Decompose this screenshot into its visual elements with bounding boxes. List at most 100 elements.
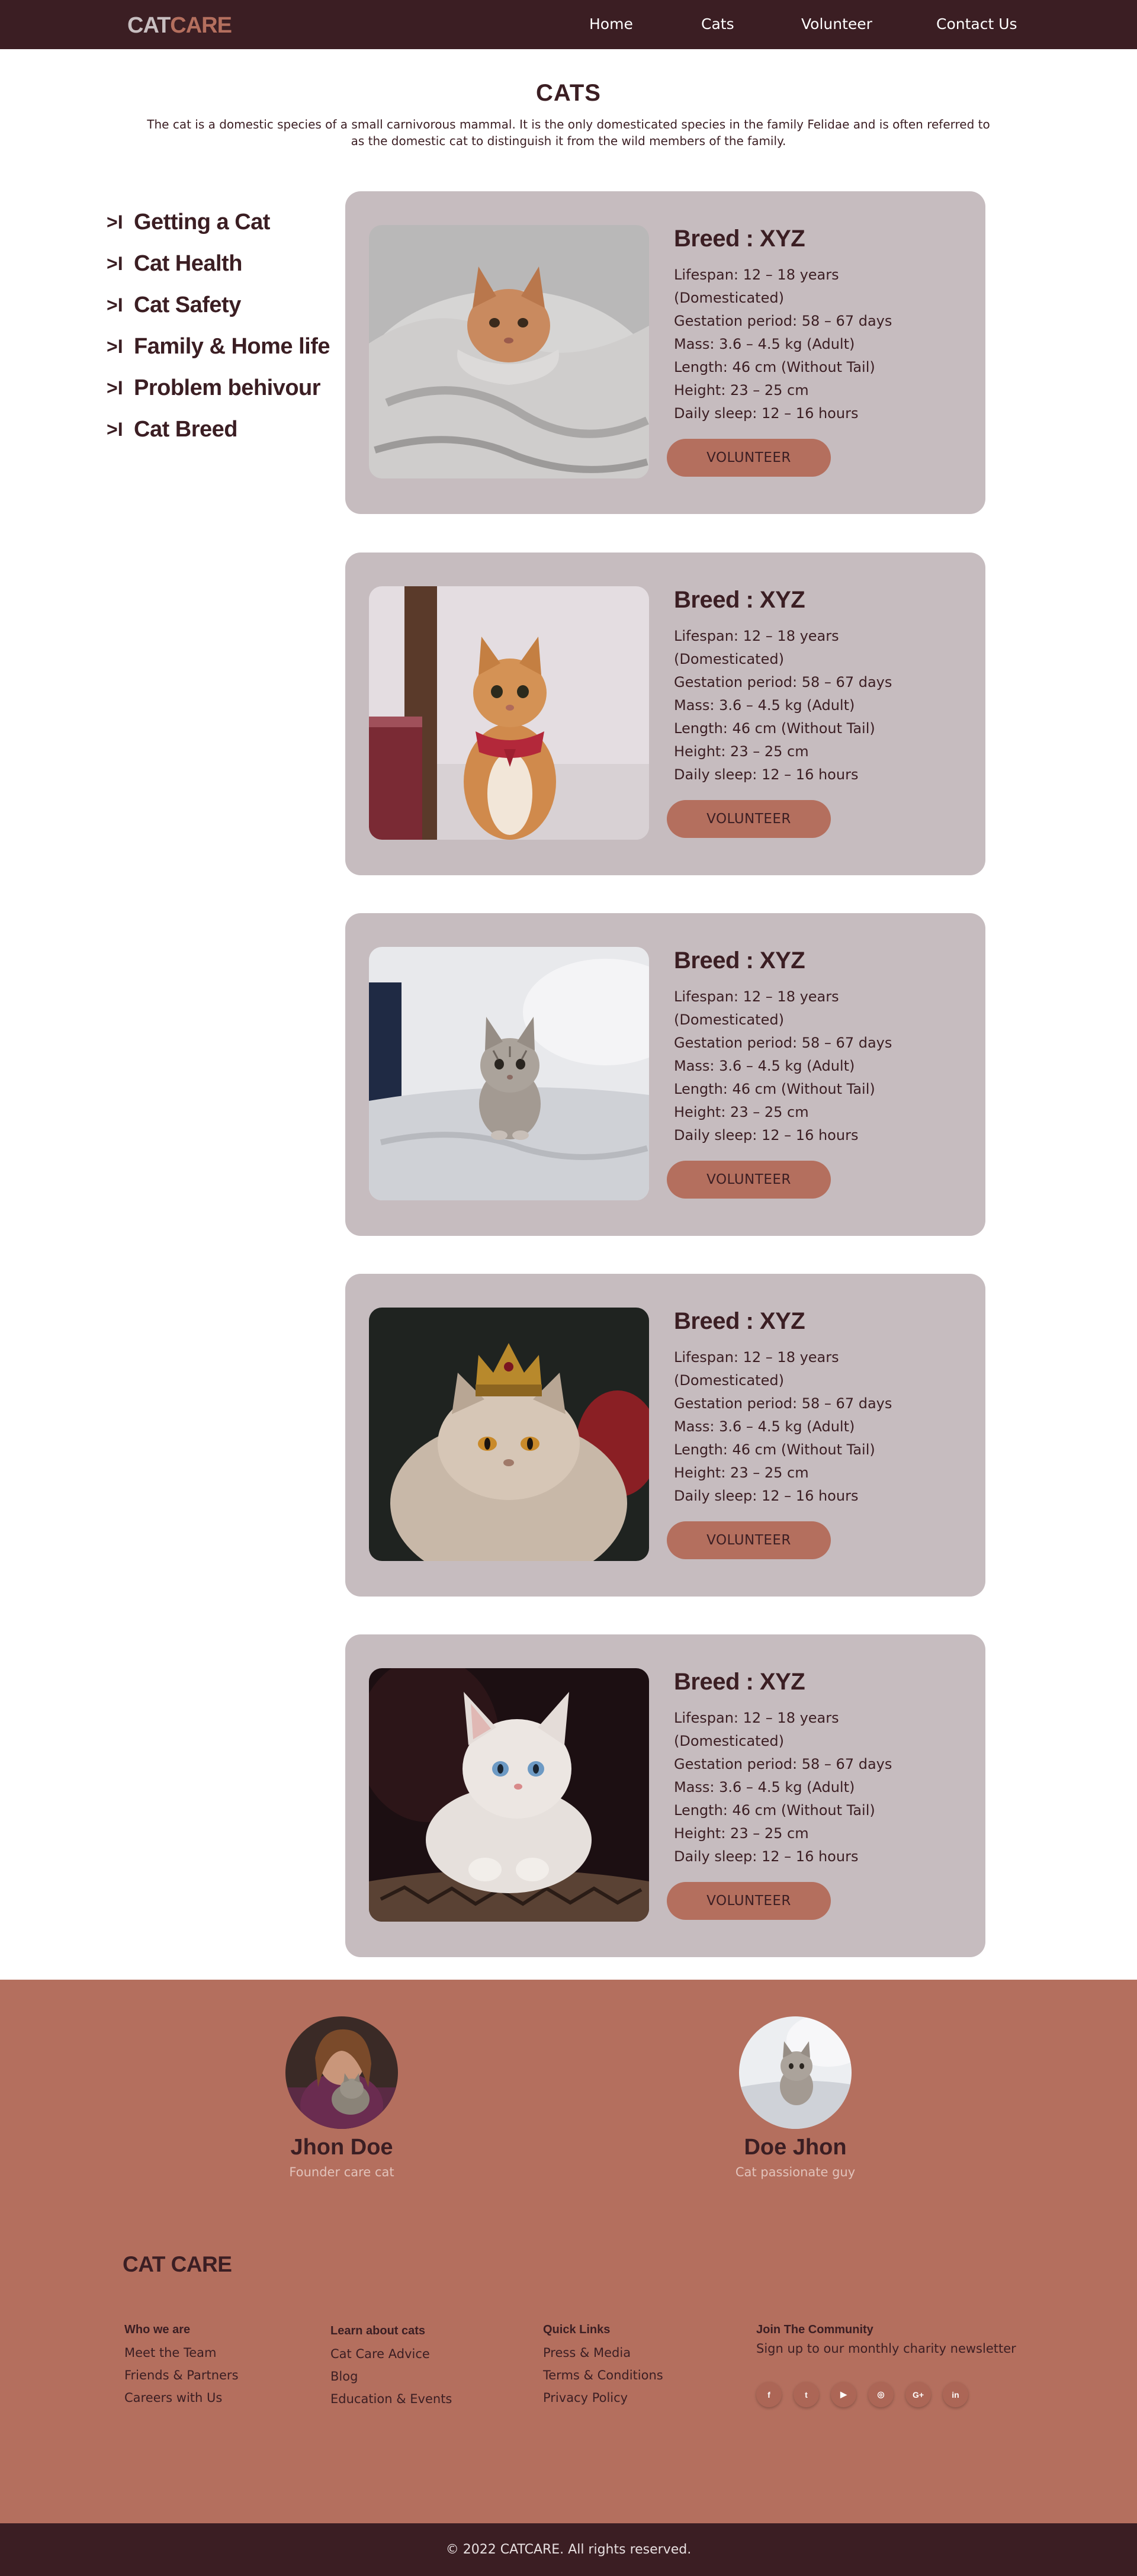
fact-lifespan: Lifespan: 12 – 18 years: [674, 628, 839, 644]
social-links: f t ▶ ◎ G+ in: [756, 2382, 1016, 2407]
footer-column-heading: Quick Links: [543, 2323, 611, 2336]
footer-link-terms[interactable]: Terms & Conditions: [543, 2364, 663, 2387]
linkedin-icon[interactable]: in: [943, 2382, 968, 2407]
footer-column-heading: Join The Community: [756, 2323, 873, 2336]
fact-daily-sleep: Daily sleep: 12 – 16 hours: [674, 1127, 859, 1144]
fact-lifespan: Lifespan: 12 – 18 years: [674, 266, 839, 283]
volunteer-button[interactable]: VOLUNTEER: [667, 1521, 831, 1559]
footer-column-who-we-are: Who we are Meet the Team Friends & Partn…: [124, 2323, 239, 2409]
footer-link-friends-partners[interactable]: Friends & Partners: [124, 2364, 239, 2387]
logo-cat-text: CAT: [127, 13, 171, 38]
sidebar-item-label: Problem behivour: [134, 375, 321, 400]
fact-daily-sleep: Daily sleep: 12 – 16 hours: [674, 766, 859, 783]
fact-gestation: Gestation period: 58 – 67 days: [674, 674, 892, 690]
cat-photo: [369, 225, 649, 478]
sidebar-item-label: Getting a Cat: [134, 209, 270, 235]
instagram-icon[interactable]: ◎: [868, 2382, 894, 2407]
sidebar-item-problem-behaviour[interactable]: >I Problem behivour: [107, 367, 330, 409]
team-member: Jhon Doe Founder care cat: [223, 2016, 460, 2179]
youtube-icon[interactable]: ▶: [831, 2382, 856, 2407]
cat-photo: [369, 947, 649, 1200]
fact-height: Height: 23 – 25 cm: [674, 1104, 809, 1120]
sidebar-item-label: Cat Breed: [134, 416, 238, 442]
avatar: [285, 2016, 398, 2129]
page-title: CATS: [536, 80, 601, 106]
chevron-right-icon: >I: [107, 252, 123, 274]
sidebar-item-cat-safety[interactable]: >I Cat Safety: [107, 284, 330, 326]
volunteer-button[interactable]: VOLUNTEER: [667, 439, 831, 477]
breed-title: Breed : XYZ: [674, 1669, 805, 1695]
breed-card: Breed : XYZ Lifespan: 12 – 18 years (Dom…: [345, 1634, 985, 1957]
sidebar-item-getting-a-cat[interactable]: >I Getting a Cat: [107, 201, 330, 243]
fact-length: Length: 46 cm (Without Tail): [674, 1802, 875, 1819]
fact-gestation: Gestation period: 58 – 67 days: [674, 1756, 892, 1772]
footer-column-learn-about-cats: Learn about cats Cat Care Advice Blog Ed…: [330, 2324, 452, 2410]
twitter-icon[interactable]: t: [794, 2382, 819, 2407]
footer-column-quick-links: Quick Links Press & Media Terms & Condit…: [543, 2323, 663, 2409]
footer-link-education-events[interactable]: Education & Events: [330, 2388, 452, 2410]
volunteer-button[interactable]: VOLUNTEER: [667, 1161, 831, 1199]
footer-link-press-media[interactable]: Press & Media: [543, 2341, 663, 2364]
footer-column-heading: Who we are: [124, 2323, 191, 2336]
chevron-right-icon: >I: [107, 377, 123, 399]
breed-facts: Lifespan: 12 – 18 years (Domesticated) G…: [674, 264, 958, 425]
breed-card: Breed : XYZ Lifespan: 12 – 18 years (Dom…: [345, 191, 985, 514]
member-name: Jhon Doe: [290, 2135, 393, 2160]
fact-length: Length: 46 cm (Without Tail): [674, 359, 875, 375]
fact-gestation: Gestation period: 58 – 67 days: [674, 1035, 892, 1051]
fact-gestation: Gestation period: 58 – 67 days: [674, 1395, 892, 1412]
footer-link-careers[interactable]: Careers with Us: [124, 2387, 239, 2409]
breed-facts: Lifespan: 12 – 18 years (Domesticated) G…: [674, 1707, 958, 1868]
fact-length: Length: 46 cm (Without Tail): [674, 1081, 875, 1097]
nav-link-cats[interactable]: Cats: [701, 15, 734, 33]
chevron-right-icon: >I: [107, 418, 123, 440]
fact-mass: Mass: 3.6 – 4.5 kg (Adult): [674, 1058, 855, 1074]
nav-link-home[interactable]: Home: [589, 15, 633, 33]
breed-card: Breed : XYZ Lifespan: 12 – 18 years (Dom…: [345, 913, 985, 1236]
volunteer-button[interactable]: VOLUNTEER: [667, 1882, 831, 1920]
fact-height: Height: 23 – 25 cm: [674, 1464, 809, 1481]
sidebar-item-label: Family & Home life: [134, 333, 330, 359]
member-role: Cat passionate guy: [735, 2165, 856, 2179]
google-plus-icon[interactable]: G+: [905, 2382, 931, 2407]
sidebar-item-cat-breed[interactable]: >I Cat Breed: [107, 409, 330, 450]
team-member: Doe Jhon Cat passionate guy: [677, 2016, 914, 2179]
newsletter-text: Sign up to our monthly charity newslette…: [756, 2341, 1016, 2356]
logo-care-text: CARE: [170, 13, 232, 38]
page-intro: The cat is a domestic species of a small…: [147, 117, 990, 148]
footer-link-meet-the-team[interactable]: Meet the Team: [124, 2341, 239, 2364]
site-logo[interactable]: CATCARE: [127, 13, 232, 38]
fact-mass: Mass: 3.6 – 4.5 kg (Adult): [674, 1779, 855, 1796]
fact-mass: Mass: 3.6 – 4.5 kg (Adult): [674, 1418, 855, 1435]
nav-link-contact-us[interactable]: Contact Us: [936, 15, 1017, 33]
avatar: [739, 2016, 852, 2129]
volunteer-button[interactable]: VOLUNTEER: [667, 800, 831, 838]
fact-lifespan-note: (Domesticated): [674, 1733, 784, 1749]
fact-lifespan-note: (Domesticated): [674, 290, 784, 306]
fact-mass: Mass: 3.6 – 4.5 kg (Adult): [674, 336, 855, 352]
facebook-icon[interactable]: f: [756, 2382, 782, 2407]
sidebar-item-cat-health[interactable]: >I Cat Health: [107, 243, 330, 284]
fact-lifespan: Lifespan: 12 – 18 years: [674, 1349, 839, 1366]
nav-link-volunteer[interactable]: Volunteer: [801, 15, 872, 33]
footer-link-blog[interactable]: Blog: [330, 2365, 452, 2388]
footer-link-privacy[interactable]: Privacy Policy: [543, 2387, 663, 2409]
fact-lifespan-note: (Domesticated): [674, 651, 784, 667]
cat-photo: [369, 586, 649, 840]
fact-daily-sleep: Daily sleep: 12 – 16 hours: [674, 1848, 859, 1865]
footer-column-heading: Learn about cats: [330, 2324, 426, 2337]
breed-card: Breed : XYZ Lifespan: 12 – 18 years (Dom…: [345, 1274, 985, 1597]
breed-title: Breed : XYZ: [674, 1308, 805, 1334]
copyright-bar: © 2022 CATCARE. All rights reserved.: [0, 2523, 1137, 2576]
fact-length: Length: 46 cm (Without Tail): [674, 1441, 875, 1458]
breed-card: Breed : XYZ Lifespan: 12 – 18 years (Dom…: [345, 553, 985, 875]
fact-lifespan: Lifespan: 12 – 18 years: [674, 1710, 839, 1726]
footer-logo[interactable]: CAT CARE: [123, 2252, 232, 2277]
fact-daily-sleep: Daily sleep: 12 – 16 hours: [674, 405, 859, 422]
cat-photo: [369, 1668, 649, 1922]
sidebar-menu: >I Getting a Cat >I Cat Health >I Cat Safet…: [107, 201, 330, 450]
footer-link-cat-care-advice[interactable]: Cat Care Advice: [330, 2343, 452, 2365]
sidebar-item-family-home-life[interactable]: >I Family & Home life: [107, 326, 330, 367]
site-footer: Jhon Doe Founder care cat Doe Jhon Cat p…: [0, 1980, 1137, 2523]
breed-facts: Lifespan: 12 – 18 years (Domesticated) G…: [674, 985, 958, 1147]
